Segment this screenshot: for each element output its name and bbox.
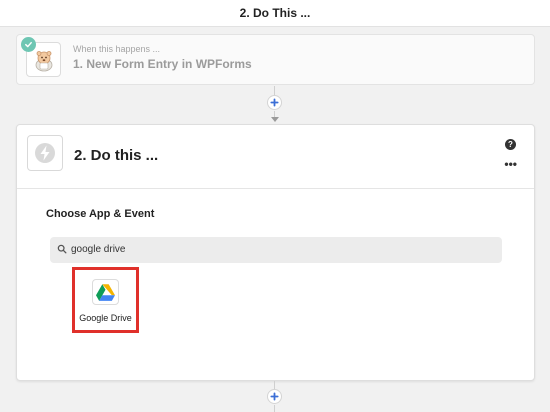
add-step-button[interactable] bbox=[267, 95, 282, 110]
app-result-label: Google Drive bbox=[79, 313, 132, 323]
plus-icon bbox=[270, 98, 279, 107]
trigger-step-card[interactable]: When this happens ... 1. New Form Entry … bbox=[16, 34, 535, 85]
app-result-google-drive[interactable]: Google Drive bbox=[72, 267, 139, 333]
action-step-header[interactable]: 2. Do this ... ? ••• bbox=[17, 125, 534, 189]
trigger-title: 1. New Form Entry in WPForms bbox=[73, 57, 252, 71]
lightning-icon bbox=[27, 135, 63, 171]
choose-app-heading: Choose App & Event bbox=[46, 208, 155, 220]
arrow-down-icon bbox=[271, 117, 279, 122]
more-options-icon[interactable]: ••• bbox=[504, 158, 517, 170]
google-drive-icon bbox=[92, 279, 119, 305]
plus-icon bbox=[270, 392, 279, 401]
action-step-title: 2. Do this ... bbox=[74, 147, 159, 164]
help-icon[interactable]: ? bbox=[505, 139, 516, 150]
search-icon bbox=[57, 244, 67, 254]
search-value: google drive bbox=[71, 244, 126, 255]
trigger-kicker-text: When this happens ... bbox=[73, 44, 161, 54]
check-icon bbox=[21, 37, 36, 52]
page-title: 2. Do This ... bbox=[239, 6, 311, 20]
top-bar: 2. Do This ... bbox=[0, 0, 550, 27]
wpforms-bear-icon bbox=[21, 37, 61, 77]
action-step-card: 2. Do this ... ? ••• Choose App & Event … bbox=[16, 124, 535, 381]
app-search-input[interactable]: google drive bbox=[50, 237, 502, 263]
add-step-button[interactable] bbox=[267, 389, 282, 404]
step-connector-line bbox=[274, 405, 275, 412]
